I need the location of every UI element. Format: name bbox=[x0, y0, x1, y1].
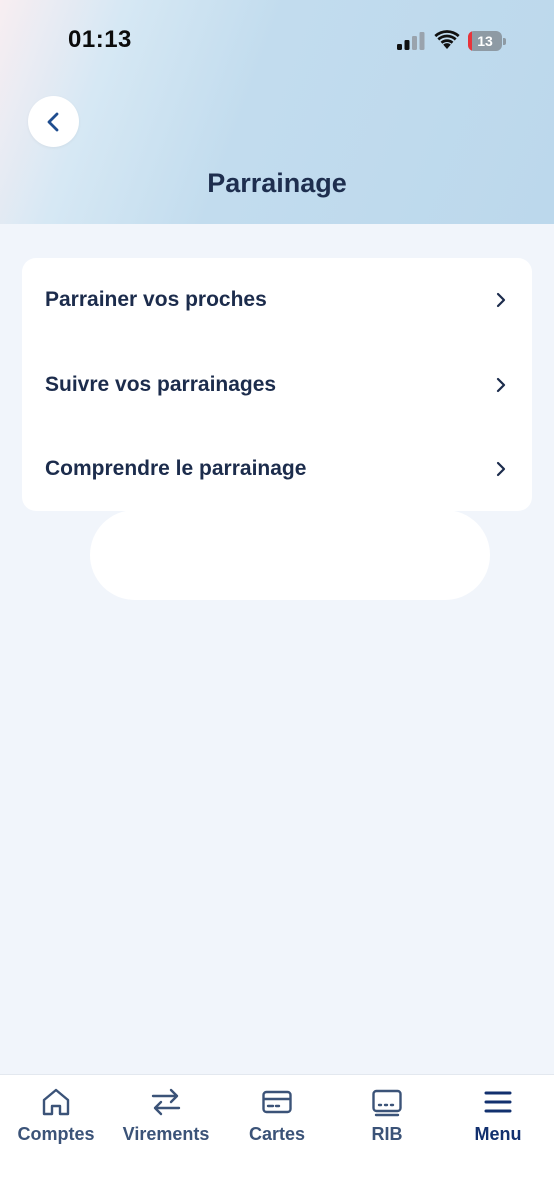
nav-label: Virements bbox=[122, 1124, 210, 1144]
menu-item-label: Parrainer vos proches bbox=[45, 288, 267, 311]
hamburger-menu-icon bbox=[484, 1091, 512, 1113]
home-icon bbox=[42, 1088, 70, 1116]
redacted-area bbox=[90, 510, 490, 600]
menu-item-suivre-vos-parrainages[interactable]: Suivre vos parrainages bbox=[22, 343, 532, 427]
menu-card: Parrainer vos proches Suivre vos parrain… bbox=[22, 258, 532, 511]
transfer-arrows-icon bbox=[151, 1088, 181, 1116]
status-bar: 01:13 13 bbox=[0, 0, 554, 80]
chevron-right-icon bbox=[496, 292, 506, 308]
nav-item-comptes[interactable]: Comptes bbox=[1, 1083, 111, 1155]
status-time: 01:13 bbox=[68, 26, 132, 53]
chevron-right-icon bbox=[496, 377, 506, 393]
nav-item-virements[interactable]: Virements bbox=[111, 1083, 221, 1155]
menu-item-parrainer-vos-proches[interactable]: Parrainer vos proches bbox=[22, 258, 532, 342]
cellular-signal-icon bbox=[397, 32, 425, 50]
nav-item-menu[interactable]: Menu bbox=[443, 1083, 553, 1155]
nav-label: Menu bbox=[474, 1124, 522, 1144]
card-icon bbox=[262, 1090, 292, 1114]
wifi-icon bbox=[434, 30, 460, 49]
menu-item-label: Comprendre le parrainage bbox=[45, 457, 307, 480]
home-indicator-area bbox=[0, 1180, 554, 1200]
chevron-left-icon bbox=[47, 112, 58, 131]
battery-cap bbox=[503, 38, 506, 45]
page-title: Parrainage bbox=[207, 168, 347, 198]
battery-percentage: 13 bbox=[477, 33, 493, 49]
back-button[interactable] bbox=[28, 96, 79, 147]
nav-item-cartes[interactable]: Cartes bbox=[222, 1083, 332, 1155]
menu-item-comprendre-le-parrainage[interactable]: Comprendre le parrainage bbox=[22, 427, 532, 511]
nav-label: RIB bbox=[371, 1124, 403, 1144]
rib-icon bbox=[372, 1089, 402, 1117]
battery-indicator: 13 bbox=[468, 31, 506, 51]
chevron-right-icon bbox=[496, 461, 506, 477]
header: 01:13 13 Parrainage bbox=[0, 0, 554, 224]
nav-label: Cartes bbox=[248, 1124, 306, 1144]
battery-body: 13 bbox=[468, 31, 502, 51]
nav-label: Comptes bbox=[17, 1124, 95, 1144]
nav-item-rib[interactable]: RIB bbox=[332, 1083, 442, 1155]
menu-item-label: Suivre vos parrainages bbox=[45, 373, 277, 396]
